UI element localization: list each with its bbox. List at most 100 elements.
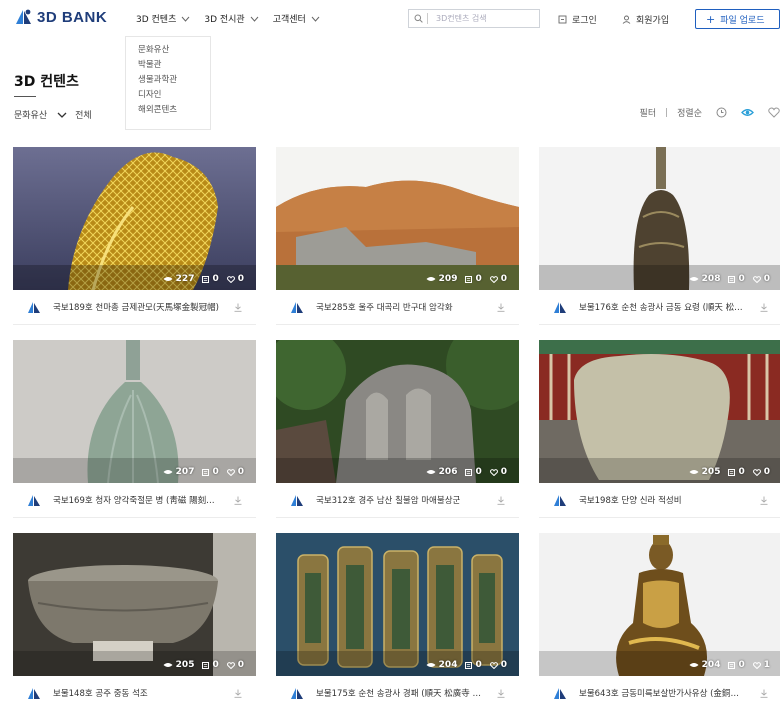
card-title: 국보312호 경주 남산 칠불암 마애불상군 bbox=[316, 496, 461, 506]
card-title: 보물643호 금동미륵보살반가사유상 (金銅彌勒菩薩半跏思惟像) bbox=[579, 689, 744, 699]
nav-3d-contents[interactable]: 3D 컨텐츠 bbox=[136, 12, 190, 25]
card-thumbnail[interactable]: 205 0 0 bbox=[13, 533, 256, 676]
site-logo[interactable]: 3D BANK bbox=[14, 8, 107, 26]
gold-crown-image bbox=[13, 147, 256, 290]
card-title: 국보169호 청자 양각죽절문 병 (靑磁 陽刻竹節文 甁) bbox=[53, 496, 218, 506]
comment-count: 0 bbox=[202, 660, 219, 670]
dropdown-item-design[interactable]: 디자인 bbox=[138, 88, 210, 103]
download-icon[interactable] bbox=[497, 303, 505, 312]
download-icon[interactable] bbox=[760, 303, 768, 312]
heart-icon bbox=[752, 275, 761, 283]
comment-count: 0 bbox=[465, 467, 482, 477]
search-icon[interactable] bbox=[409, 14, 427, 23]
view-count: 205 bbox=[163, 660, 194, 670]
card-thumbnail[interactable]: 227 0 0 bbox=[13, 147, 256, 290]
download-icon[interactable] bbox=[760, 689, 768, 698]
content-card[interactable]: 227 0 0 국보189호 천마총 금제관모(天馬塚金製冠帽) bbox=[13, 147, 256, 325]
chevron-down-icon bbox=[250, 16, 259, 22]
nav-3d-exhibition[interactable]: 3D 전시관 bbox=[204, 12, 259, 25]
download-icon[interactable] bbox=[234, 689, 242, 698]
download-icon[interactable] bbox=[497, 496, 505, 505]
card-caption[interactable]: 국보198호 단양 신라 적성비 bbox=[539, 483, 780, 518]
download-icon[interactable] bbox=[234, 496, 242, 505]
card-thumbnail[interactable]: 208 0 0 bbox=[539, 147, 780, 290]
3dbank-logo-icon bbox=[290, 494, 304, 507]
card-stats: 227 0 0 bbox=[155, 274, 244, 284]
card-caption[interactable]: 국보312호 경주 남산 칠불암 마애불상군 bbox=[276, 483, 519, 518]
eye-icon bbox=[426, 663, 436, 667]
card-stats: 209 0 0 bbox=[418, 274, 507, 284]
card-title: 국보189호 천마총 금제관모(天馬塚金製冠帽) bbox=[53, 303, 219, 313]
card-caption[interactable]: 보물175호 순천 송광사 경패 (順天 松廣寺 經牌) bbox=[276, 676, 519, 705]
site-header: 3D BANK 3D 컨텐츠 3D 전시관 고객센터 로그인 회원가입 + 파일… bbox=[0, 0, 780, 38]
comment-count: 0 bbox=[465, 274, 482, 284]
toolbar-divider: | bbox=[665, 107, 669, 118]
card-thumbnail[interactable]: 204 0 1 bbox=[539, 533, 780, 676]
card-stats: 204 0 0 bbox=[418, 660, 507, 670]
file-upload-button[interactable]: + 파일 업로드 bbox=[695, 9, 780, 29]
card-title: 국보285호 울주 대곡리 반구대 암각화 bbox=[316, 303, 453, 313]
comment-icon bbox=[728, 275, 736, 283]
3dbank-logo-icon bbox=[27, 494, 41, 507]
content-card[interactable]: 205 0 0 보물148호 공주 중동 석조 bbox=[13, 533, 256, 705]
view-count: 209 bbox=[426, 274, 457, 284]
card-caption[interactable]: 보물643호 금동미륵보살반가사유상 (金銅彌勒菩薩半跏思惟像) bbox=[539, 676, 780, 705]
card-title: 보물148호 공주 중동 석조 bbox=[53, 689, 148, 699]
filter-button[interactable]: 필터 bbox=[640, 106, 657, 119]
card-caption[interactable]: 보물148호 공주 중동 석조 bbox=[13, 676, 256, 705]
heart-icon bbox=[226, 275, 235, 283]
dropdown-item-museum[interactable]: 박물관 bbox=[138, 58, 210, 73]
view-count: 208 bbox=[689, 274, 720, 284]
nav-customer-center[interactable]: 고객센터 bbox=[273, 12, 320, 25]
content-card[interactable]: 208 0 0 보물176호 순천 송광사 금동 요령 (順天 松廣寺 金銅 搖… bbox=[539, 147, 780, 325]
card-thumbnail[interactable]: 204 0 0 bbox=[276, 533, 519, 676]
card-caption[interactable]: 국보169호 청자 양각죽절문 병 (靑磁 陽刻竹節文 甁) bbox=[13, 483, 256, 518]
bronze-bell-image bbox=[539, 147, 780, 290]
3dbank-logo-icon bbox=[290, 687, 304, 700]
logo-text: 3D BANK bbox=[37, 8, 108, 26]
like-count: 0 bbox=[489, 467, 507, 477]
card-caption[interactable]: 보물176호 순천 송광사 금동 요령 (順天 松廣寺 金銅 搖鈴) bbox=[539, 290, 780, 325]
dropdown-item-bioscience[interactable]: 생물과학관 bbox=[138, 73, 210, 88]
sutra-plaques-image bbox=[276, 533, 519, 676]
card-caption[interactable]: 국보189호 천마총 금제관모(天馬塚金製冠帽) bbox=[13, 290, 256, 325]
view-count: 204 bbox=[426, 660, 457, 670]
content-card[interactable]: 204 0 1 보물643호 금동미륵보살반가사유상 (金銅彌勒菩薩半跏思惟像) bbox=[539, 533, 780, 705]
clock-icon[interactable] bbox=[716, 107, 727, 118]
eye-icon[interactable] bbox=[741, 108, 754, 117]
content-card[interactable]: 209 0 0 국보285호 울주 대곡리 반구대 암각화 bbox=[276, 147, 519, 325]
dropdown-item-cultural-heritage[interactable]: 문화유산 bbox=[138, 43, 210, 58]
card-thumbnail[interactable]: 209 0 0 bbox=[276, 147, 519, 290]
comment-icon bbox=[202, 661, 210, 669]
card-thumbnail[interactable]: 206 0 0 bbox=[276, 340, 519, 483]
download-icon[interactable] bbox=[760, 496, 768, 505]
user-icon bbox=[622, 15, 631, 24]
scope-label[interactable]: 전체 bbox=[75, 108, 92, 121]
download-icon[interactable] bbox=[234, 303, 242, 312]
dropdown-item-overseas[interactable]: 해외콘텐츠 bbox=[138, 103, 210, 118]
content-card[interactable]: 205 0 0 국보198호 단양 신라 적성비 bbox=[539, 340, 780, 518]
content-card[interactable]: 206 0 0 국보312호 경주 남산 칠불암 마애불상군 bbox=[276, 340, 519, 518]
comment-icon bbox=[465, 661, 473, 669]
search-input[interactable] bbox=[428, 14, 528, 23]
content-card[interactable]: 204 0 0 보물175호 순천 송광사 경패 (順天 松廣寺 經牌) bbox=[276, 533, 519, 705]
comment-icon bbox=[465, 468, 473, 476]
card-thumbnail[interactable]: 205 0 0 bbox=[539, 340, 780, 483]
nav-dropdown-menu: 문화유산 박물관 생물과학관 디자인 해외콘텐츠 bbox=[125, 36, 211, 130]
sort-button[interactable]: 정렬순 bbox=[677, 106, 702, 119]
content-card[interactable]: 207 0 0 국보169호 청자 양각죽절문 병 (靑磁 陽刻竹節文 甁) bbox=[13, 340, 256, 518]
download-icon[interactable] bbox=[497, 689, 505, 698]
heart-icon bbox=[752, 661, 761, 669]
heart-icon[interactable] bbox=[768, 107, 780, 118]
gilt-bodhisattva-image bbox=[539, 533, 780, 676]
view-count: 206 bbox=[426, 467, 457, 477]
eye-icon bbox=[163, 663, 173, 667]
plus-icon: + bbox=[706, 12, 716, 26]
stone-basin-image bbox=[13, 533, 256, 676]
signup-link[interactable]: 회원가입 bbox=[622, 13, 669, 26]
login-link[interactable]: 로그인 bbox=[558, 13, 597, 26]
card-caption[interactable]: 국보285호 울주 대곡리 반구대 암각화 bbox=[276, 290, 519, 325]
category-selector[interactable]: 문화유산 전체 bbox=[14, 108, 92, 121]
card-thumbnail[interactable]: 207 0 0 bbox=[13, 340, 256, 483]
like-count: 0 bbox=[226, 274, 244, 284]
